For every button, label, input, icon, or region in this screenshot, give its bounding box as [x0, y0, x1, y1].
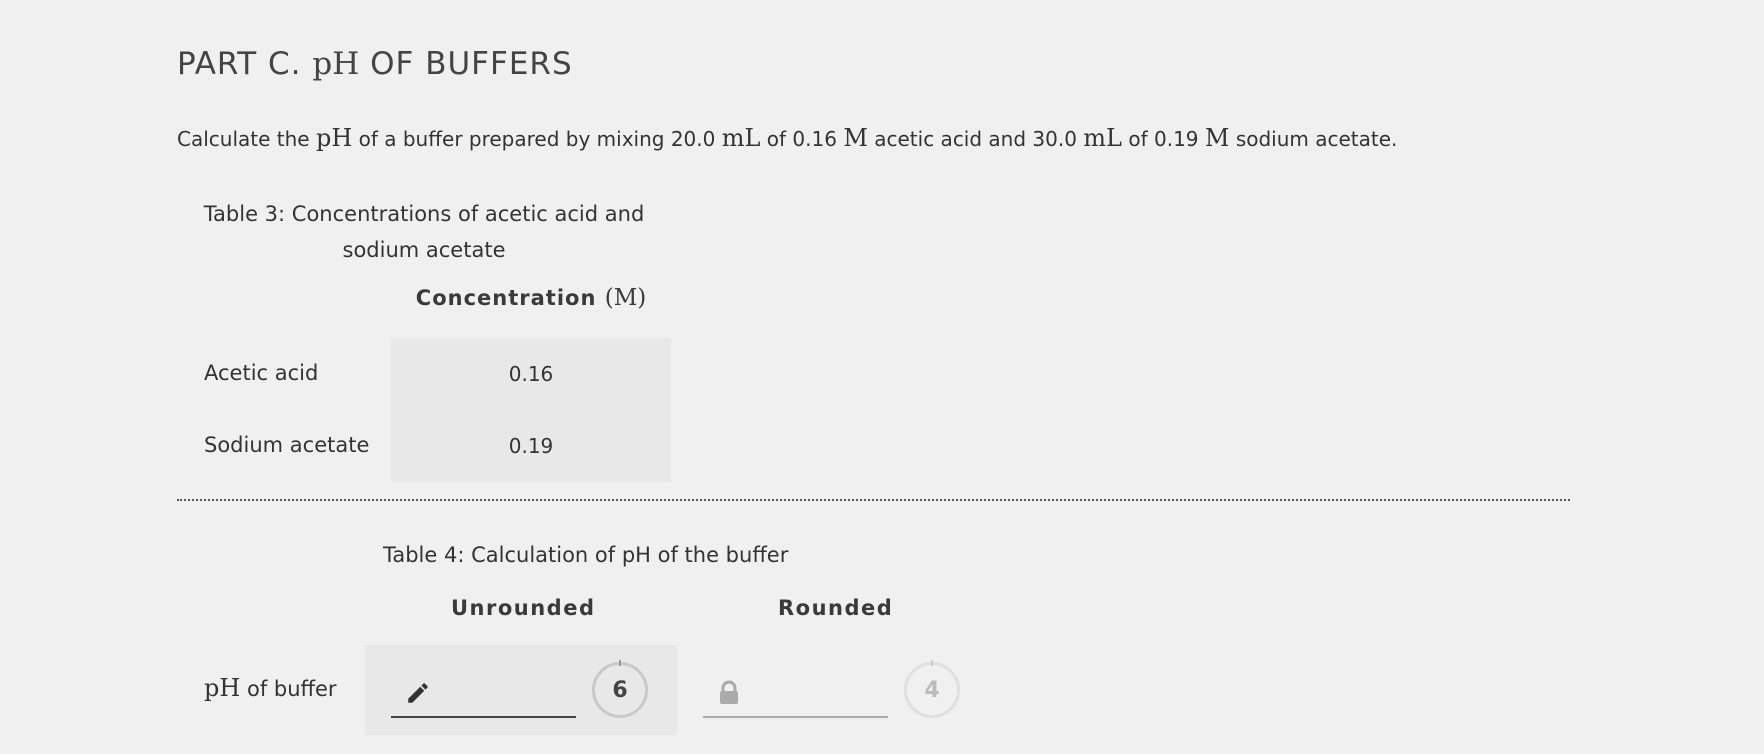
question-part: sodium acetate. [1235, 127, 1398, 151]
question-text: Calculate the pH of a buffer prepared by… [177, 124, 1397, 152]
section-divider [177, 499, 1570, 501]
sigfig-tick [619, 660, 621, 666]
pencil-icon [405, 680, 431, 706]
question-ph: pH [315, 124, 353, 152]
table3-cell: 0.16 [391, 338, 671, 410]
table3-row-label: Sodium acetate [204, 433, 370, 457]
question-unit: M [1204, 124, 1230, 152]
rounded-ph-input-field [703, 670, 888, 718]
unrounded-ph-input-field[interactable] [391, 670, 576, 718]
section-title-prefix: PART C. [177, 46, 302, 82]
table3-row-label: Acetic acid [204, 361, 319, 385]
table3-cell: 0.19 [391, 410, 671, 482]
table3-column-header-text: Concentration [415, 286, 597, 310]
unrounded-sigfig-count: 6 [612, 677, 628, 703]
question-part: of 0.16 [766, 127, 837, 151]
table4-header-unrounded: Unrounded [451, 596, 596, 620]
table4-row-label-text: of buffer [246, 677, 337, 701]
question-unit: mL [721, 124, 761, 152]
question-part: Calculate the [177, 127, 310, 151]
unrounded-sigfig-badge: 6 [592, 660, 648, 718]
rounded-sigfig-badge: 4 [904, 660, 960, 718]
table4-header-rounded: Rounded [778, 596, 894, 620]
section-title: PART C. pH OF BUFFERS [177, 46, 573, 82]
lock-icon [717, 680, 743, 706]
unrounded-ph-input[interactable] [439, 676, 573, 710]
rounded-ph-input [751, 676, 885, 710]
question-unit: mL [1083, 124, 1122, 152]
table4-row-label: pH of buffer [204, 674, 337, 702]
question-part: of a buffer prepared by mixing 20.0 [358, 127, 716, 151]
question-part: of 0.19 [1128, 127, 1199, 151]
section-title-ph: pH [312, 46, 360, 82]
section-title-suffix: OF BUFFERS [370, 46, 573, 82]
table4-caption: Table 4: Calculation of pH of the buffer [383, 543, 789, 567]
table3-caption: Table 3: Concentrations of acetic acid a… [203, 202, 645, 262]
question-unit: M [843, 124, 868, 152]
page: PART C. pH OF BUFFERS Calculate the pH o… [0, 0, 1764, 754]
table4-row-label-ph: pH [204, 674, 241, 702]
sigfig-tick [931, 660, 933, 666]
question-part: acetic acid and 30.0 [874, 127, 1077, 151]
table3-column-header: Concentration (M) [391, 285, 671, 311]
rounded-sigfig-count: 4 [924, 677, 940, 703]
table3-column-unit: (M) [604, 285, 647, 311]
